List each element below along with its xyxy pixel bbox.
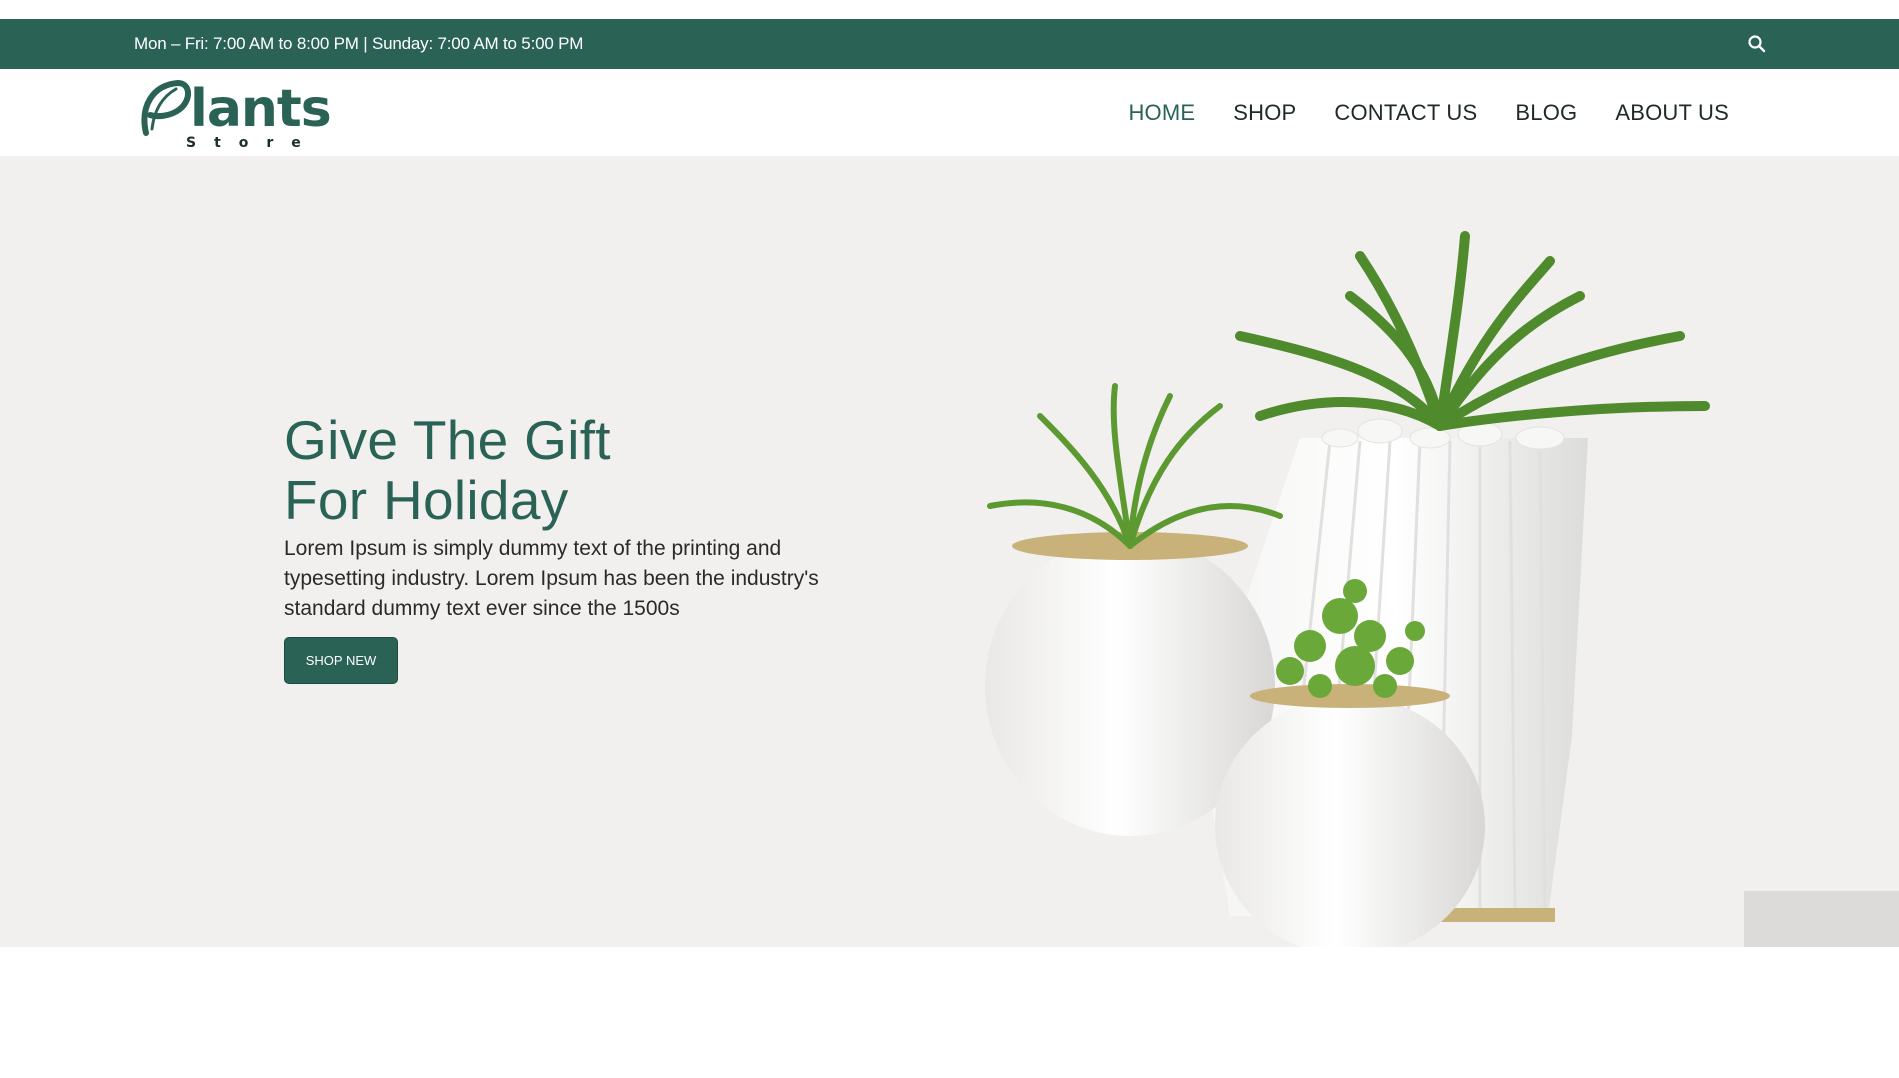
nav-home[interactable]: HOME: [1128, 100, 1195, 126]
opening-hours: Mon – Fri: 7:00 AM to 8:00 PM | Sunday: …: [134, 34, 584, 53]
nav-contact-us[interactable]: CONTACT US: [1334, 100, 1477, 126]
nav-shop[interactable]: SHOP: [1233, 100, 1296, 126]
hero-title-line-2: For Holiday: [284, 469, 569, 531]
main-navigation: HOME SHOP CONTACT US BLOG ABOUT US: [1090, 69, 1729, 156]
site-header: lants Store HOME SHOP CONTACT US BLOG AB…: [0, 69, 1899, 156]
table-surface: [1744, 891, 1899, 947]
shop-new-button[interactable]: SHOP NEW: [284, 637, 398, 684]
logo-text: lants: [190, 79, 332, 139]
hero-description: Lorem Ipsum is simply dummy text of the …: [284, 537, 819, 620]
potted-plants-image: [985, 231, 1710, 947]
nav-about-us[interactable]: ABOUT US: [1615, 100, 1729, 126]
top-info-bar: Mon – Fri: 7:00 AM to 8:00 PM | Sunday: …: [0, 19, 1899, 69]
hero-title-line-1: Give The Gift: [284, 409, 611, 471]
nav-blog[interactable]: BLOG: [1515, 100, 1577, 126]
logo[interactable]: lants Store: [138, 77, 343, 151]
logo-subtitle: Store: [186, 135, 319, 151]
search-icon[interactable]: [1747, 34, 1767, 54]
hero-section: Give The Gift For Holiday Lorem Ipsum is…: [0, 156, 1899, 947]
hero-title: Give The Gift For Holiday: [284, 410, 611, 530]
